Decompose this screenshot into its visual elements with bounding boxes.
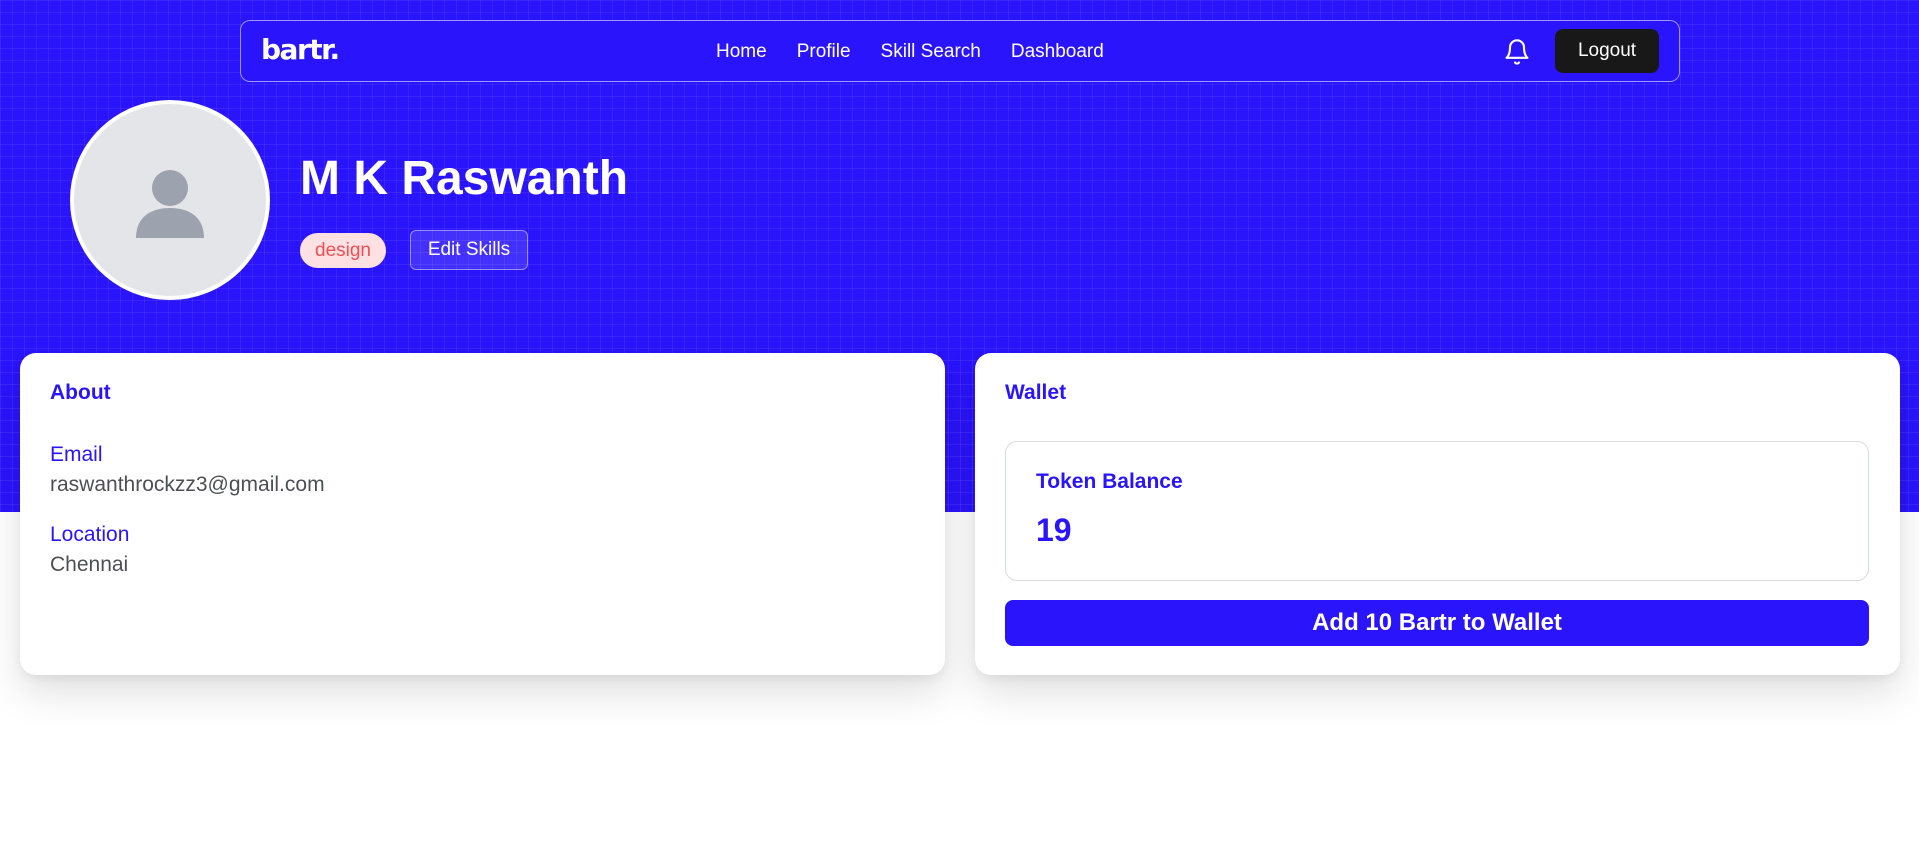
token-balance-value: 19 [1036,512,1072,548]
profile-name: M K Raswanth [300,152,629,205]
avatar [70,100,270,300]
wallet-card: Wallet Token Balance 19 Add 10 Bartr to … [975,353,1900,675]
nav-links: Home Profile Skill Search Dashboard [716,21,1134,83]
email-value: raswanthrockzz3@gmail.com [50,473,325,496]
about-card: About Email raswanthrockzz3@gmail.com Lo… [20,353,945,675]
edit-skills-button[interactable]: Edit Skills [410,230,528,270]
wallet-title: Wallet [1005,381,1067,404]
token-balance-label: Token Balance [1036,470,1183,493]
nav-link-dashboard[interactable]: Dashboard [1011,41,1104,63]
nav-link-skill-search[interactable]: Skill Search [881,41,981,63]
location-label: Location [50,523,130,546]
nav-link-profile[interactable]: Profile [797,41,851,63]
location-value: Chennai [50,553,129,576]
bell-icon[interactable] [1503,38,1531,66]
logout-button[interactable]: Logout [1555,29,1659,73]
nav-link-home[interactable]: Home [716,41,767,63]
add-bartr-to-wallet-button[interactable]: Add 10 Bartr to Wallet [1005,600,1869,646]
about-title: About [50,381,111,404]
top-navbar: bartr. Home Profile Skill Search Dashboa… [240,20,1680,82]
email-label: Email [50,443,103,466]
token-balance-box: Token Balance 19 [1005,441,1869,581]
user-placeholder-icon [136,170,204,238]
skill-tag-design: design [300,233,386,268]
bartr-logo[interactable]: bartr. [261,33,340,66]
